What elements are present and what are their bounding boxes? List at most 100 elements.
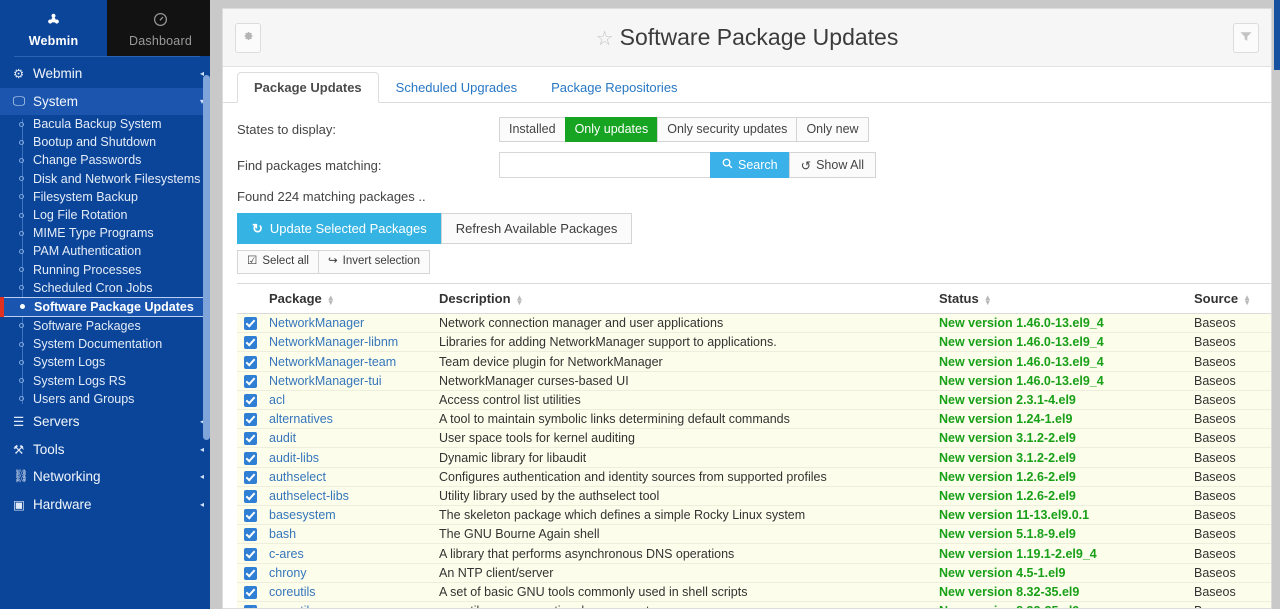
state-option-installed[interactable]: Installed — [499, 117, 566, 142]
header-status[interactable]: Status▲▼ — [933, 284, 1188, 314]
search-input[interactable] — [499, 152, 711, 178]
sidebar-item-bacula-backup-system[interactable]: Bacula Backup System — [0, 115, 214, 133]
row-checkbox[interactable] — [244, 586, 257, 599]
settings-button[interactable] — [235, 23, 261, 53]
sidebar-item-bootup-and-shutdown[interactable]: Bootup and Shutdown — [0, 133, 214, 151]
row-checkbox-cell — [237, 448, 263, 467]
sidebar-item-mime-type-programs[interactable]: MIME Type Programs — [0, 224, 214, 242]
package-link[interactable]: coreutils — [269, 585, 316, 599]
sidebar-group-label: Hardware — [33, 497, 200, 512]
tab-package-repositories[interactable]: Package Repositories — [534, 72, 694, 103]
invert-selection-button[interactable]: ↪Invert selection — [318, 250, 430, 274]
header-package[interactable]: Package▲▼ — [263, 284, 433, 314]
row-checkbox[interactable] — [244, 605, 257, 609]
tab-scheduled-upgrades[interactable]: Scheduled Upgrades — [379, 72, 534, 103]
package-link[interactable]: NetworkManager-libnm — [269, 335, 398, 349]
row-checkbox[interactable] — [244, 356, 257, 369]
package-link[interactable]: alternatives — [269, 412, 333, 426]
sidebar-item-software-package-updates[interactable]: Software Package Updates — [0, 297, 214, 317]
package-link[interactable]: authselect — [269, 470, 326, 484]
row-checkbox[interactable] — [244, 528, 257, 541]
sidebar-item-system-logs-rs[interactable]: System Logs RS — [0, 371, 214, 389]
sidebar-group-webmin[interactable]: ⚙Webmin◂ — [0, 60, 214, 88]
state-option-only-security-updates[interactable]: Only security updates — [657, 117, 797, 142]
refresh-available-packages-button[interactable]: Refresh Available Packages — [441, 213, 633, 244]
sidebar-item-filesystem-backup[interactable]: Filesystem Backup — [0, 188, 214, 206]
sidebar-item-log-file-rotation[interactable]: Log File Rotation — [0, 206, 214, 224]
sidebar-item-pam-authentication[interactable]: PAM Authentication — [0, 242, 214, 260]
sort-icon[interactable]: ▲▼ — [327, 295, 335, 305]
header-source[interactable]: Source▲▼ — [1188, 284, 1272, 314]
row-checkbox[interactable] — [244, 317, 257, 330]
row-checkbox[interactable] — [244, 509, 257, 522]
brand-dashboard[interactable]: Dashboard — [107, 0, 214, 56]
page-scrollbar[interactable] — [1274, 0, 1280, 70]
selection-button-label: Invert selection — [343, 255, 420, 268]
package-link[interactable]: basesystem — [269, 508, 336, 522]
sidebar-group-networking[interactable]: ⛓Networking◂ — [0, 463, 214, 491]
status-badge: New version 11-13.el9.0.1 — [939, 508, 1089, 522]
sidebar-item-scheduled-cron-jobs[interactable]: Scheduled Cron Jobs — [0, 279, 214, 297]
state-option-only-updates[interactable]: Only updates — [565, 117, 659, 142]
row-checkbox[interactable] — [244, 432, 257, 445]
show-all-button[interactable]: ↺ Show All — [789, 152, 876, 178]
package-link[interactable]: audit-libs — [269, 451, 319, 465]
package-link[interactable]: NetworkManager-team — [269, 355, 396, 369]
status-badge: New version 3.1.2-2.el9 — [939, 431, 1076, 445]
description-cell: Team device plugin for NetworkManager — [433, 352, 933, 371]
row-checkbox[interactable] — [244, 336, 257, 349]
package-link[interactable]: coreutils-common — [269, 604, 368, 609]
sidebar-item-disk-and-network-filesystems[interactable]: Disk and Network Filesystems — [0, 170, 214, 188]
package-link[interactable]: bash — [269, 527, 296, 541]
app-root: Webmin Dashboard ⚙Webmin◂🖵System▾Bacula … — [0, 0, 1280, 609]
sidebar-group-system[interactable]: 🖵System▾ — [0, 88, 214, 116]
state-option-only-new[interactable]: Only new — [796, 117, 868, 142]
search-button[interactable]: Search — [710, 152, 790, 178]
sort-icon[interactable]: ▲▼ — [516, 295, 524, 305]
row-checkbox[interactable] — [244, 471, 257, 484]
row-checkbox[interactable] — [244, 375, 257, 388]
sidebar-item-system-documentation[interactable]: System Documentation — [0, 335, 214, 353]
row-checkbox[interactable] — [244, 490, 257, 503]
star-outline-icon[interactable]: ☆ — [596, 28, 614, 50]
package-cell: audit-libs — [263, 448, 433, 467]
row-checkbox[interactable] — [244, 567, 257, 580]
sidebar-group-servers[interactable]: ☰Servers◂ — [0, 408, 214, 436]
sidebar-group-hardware[interactable]: ▣Hardware◂ — [0, 490, 214, 518]
update-selected-packages-button[interactable]: ↻Update Selected Packages — [237, 213, 442, 244]
chevron-left-icon: ◂ — [200, 500, 204, 509]
sidebar-item-software-packages[interactable]: Software Packages — [0, 317, 214, 335]
row-checkbox-cell — [237, 602, 263, 609]
package-link[interactable]: acl — [269, 393, 285, 407]
package-link[interactable]: chrony — [269, 566, 307, 580]
sidebar-item-users-and-groups[interactable]: Users and Groups — [0, 390, 214, 408]
sidebar-scrollbar[interactable] — [203, 75, 210, 440]
row-checkbox[interactable] — [244, 452, 257, 465]
select-all-button[interactable]: ☑Select all — [237, 250, 319, 274]
sidebar-item-change-passwords[interactable]: Change Passwords — [0, 151, 214, 169]
table-row: NetworkManager-team Team device plugin fo… — [237, 352, 1272, 371]
status-cell: New version 8.32-35.el9 — [933, 582, 1188, 601]
package-link[interactable]: NetworkManager — [269, 316, 364, 330]
tab-package-updates[interactable]: Package Updates — [237, 72, 379, 103]
package-cell: coreutils — [263, 582, 433, 601]
package-link[interactable]: c-ares — [269, 547, 304, 561]
filter-button[interactable] — [1233, 23, 1259, 53]
sidebar-item-label: Users and Groups — [33, 392, 134, 406]
search-button-label: Search — [738, 158, 778, 172]
brand-webmin[interactable]: Webmin — [0, 0, 107, 56]
sidebar-item-running-processes[interactable]: Running Processes — [0, 261, 214, 279]
sidebar-item-system-logs[interactable]: System Logs — [0, 353, 214, 371]
package-link[interactable]: NetworkManager-tui — [269, 374, 382, 388]
sort-icon[interactable]: ▲▼ — [1243, 295, 1251, 305]
package-link[interactable]: authselect-libs — [269, 489, 349, 503]
header-description[interactable]: Description▲▼ — [433, 284, 933, 314]
sort-icon[interactable]: ▲▼ — [984, 295, 992, 305]
row-checkbox[interactable] — [244, 394, 257, 407]
row-checkbox[interactable] — [244, 413, 257, 426]
gear-icon: ⚙ — [13, 66, 33, 81]
package-link[interactable]: audit — [269, 431, 296, 445]
row-checkbox[interactable] — [244, 548, 257, 561]
sidebar-group-tools[interactable]: ⚒Tools◂ — [0, 435, 214, 463]
bullet-icon — [19, 176, 24, 181]
